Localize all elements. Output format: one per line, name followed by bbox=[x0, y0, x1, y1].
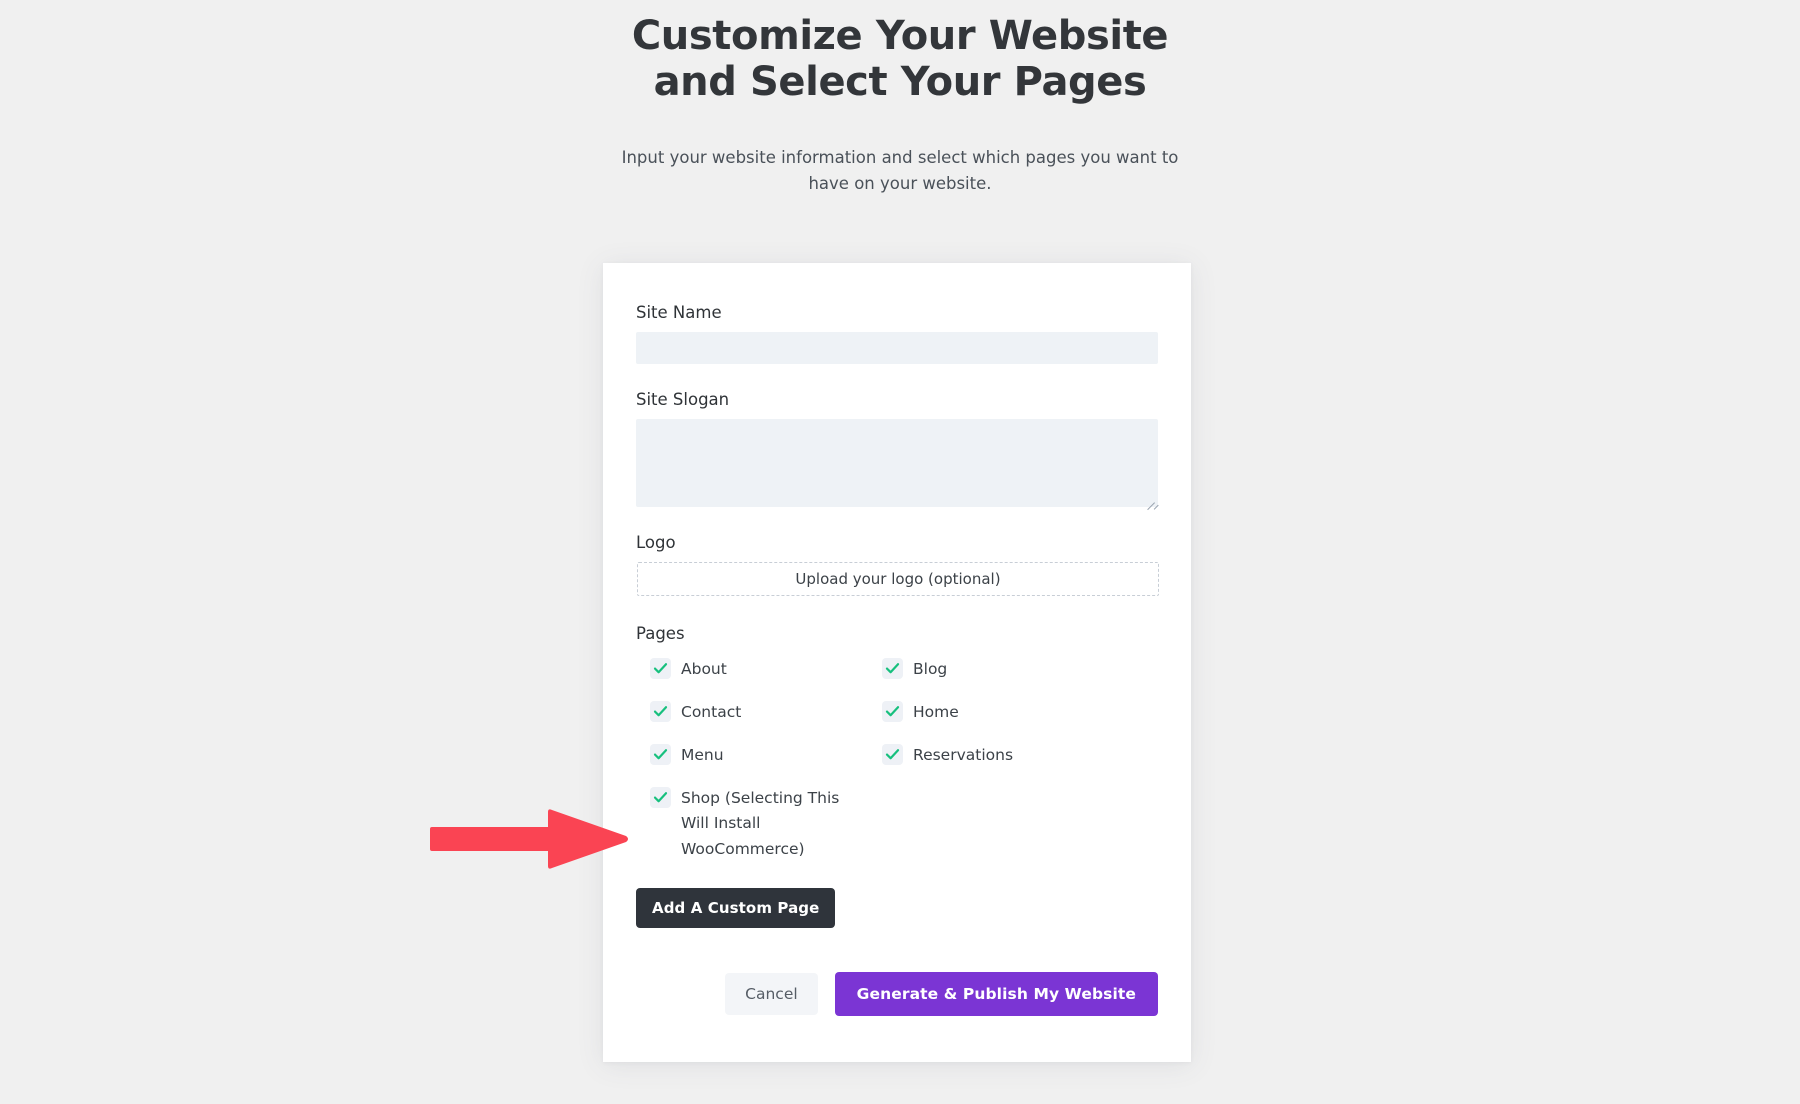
checkmark-icon[interactable] bbox=[882, 701, 903, 723]
pages-checkbox-menu[interactable]: Menu bbox=[650, 743, 882, 768]
site-slogan-box bbox=[636, 419, 1158, 511]
pages-group: Pages About Blog Contact Home Menu Reser… bbox=[636, 624, 1158, 928]
customize-form-card: Site Name Site Slogan Logo Upload your l… bbox=[603, 263, 1191, 1062]
page-header: Customize Your Website and Select Your P… bbox=[0, 0, 1800, 197]
logo-dropzone-text: Upload your logo (optional) bbox=[795, 570, 1001, 588]
generate-publish-button[interactable]: Generate & Publish My Website bbox=[834, 971, 1158, 1016]
pages-checkbox-label: Home bbox=[913, 703, 959, 722]
pages-checkbox-label: Contact bbox=[681, 703, 742, 722]
site-slogan-label: Site Slogan bbox=[636, 390, 730, 409]
site-slogan-group: Site Slogan bbox=[636, 390, 1158, 511]
pages-checkbox-home[interactable]: Home bbox=[882, 700, 1158, 725]
pages-checkbox-label: Menu bbox=[681, 746, 724, 765]
arrow-right-icon bbox=[430, 809, 628, 869]
pages-checkbox-grid: About Blog Contact Home Menu Reservation… bbox=[636, 657, 1158, 862]
logo-upload-dropzone[interactable]: Upload your logo (optional) bbox=[637, 562, 1159, 596]
customize-website-page: Customize Your Website and Select Your P… bbox=[0, 0, 1800, 1104]
pages-label: Pages bbox=[636, 624, 685, 643]
site-name-input[interactable] bbox=[636, 332, 1158, 364]
checkmark-icon[interactable] bbox=[650, 701, 671, 723]
pages-checkbox-contact[interactable]: Contact bbox=[650, 700, 882, 725]
checkmark-icon[interactable] bbox=[882, 658, 903, 679]
add-custom-page-button[interactable]: Add A Custom Page bbox=[636, 887, 836, 928]
pages-checkbox-about[interactable]: About bbox=[650, 657, 882, 682]
checkmark-icon[interactable] bbox=[882, 744, 903, 766]
pages-checkbox-reservations[interactable]: Reservations bbox=[882, 743, 1158, 768]
pages-checkbox-label: Reservations bbox=[913, 746, 1014, 765]
pages-checkbox-label: About bbox=[681, 660, 727, 678]
logo-group: Logo Upload your logo (optional) bbox=[636, 533, 1159, 596]
page-title: Customize Your Website and Select Your P… bbox=[631, 13, 1169, 105]
logo-label: Logo bbox=[636, 533, 676, 552]
pages-checkbox-shop[interactable]: Shop (Selecting This Will Install WooCom… bbox=[650, 786, 882, 861]
cancel-button[interactable]: Cancel bbox=[725, 972, 818, 1015]
page-subtitle: Input your website information and selec… bbox=[621, 148, 1179, 193]
checkmark-icon[interactable] bbox=[650, 744, 671, 766]
site-name-label: Site Name bbox=[636, 303, 722, 322]
form-actions: Cancel Generate & Publish My Website bbox=[636, 971, 1158, 1016]
checkmark-icon[interactable] bbox=[650, 787, 671, 809]
pages-checkbox-blog[interactable]: Blog bbox=[882, 657, 1158, 682]
checkmark-icon[interactable] bbox=[650, 658, 671, 679]
form-card-wrapper: Site Name Site Slogan Logo Upload your l… bbox=[603, 263, 1191, 1062]
annotation-arrow bbox=[430, 808, 630, 870]
pages-checkbox-label: Shop (Selecting This Will Install WooCom… bbox=[681, 789, 840, 858]
pages-checkbox-label: Blog bbox=[913, 660, 948, 678]
site-slogan-textarea[interactable] bbox=[636, 419, 1158, 507]
site-name-group: Site Name bbox=[636, 303, 1158, 364]
